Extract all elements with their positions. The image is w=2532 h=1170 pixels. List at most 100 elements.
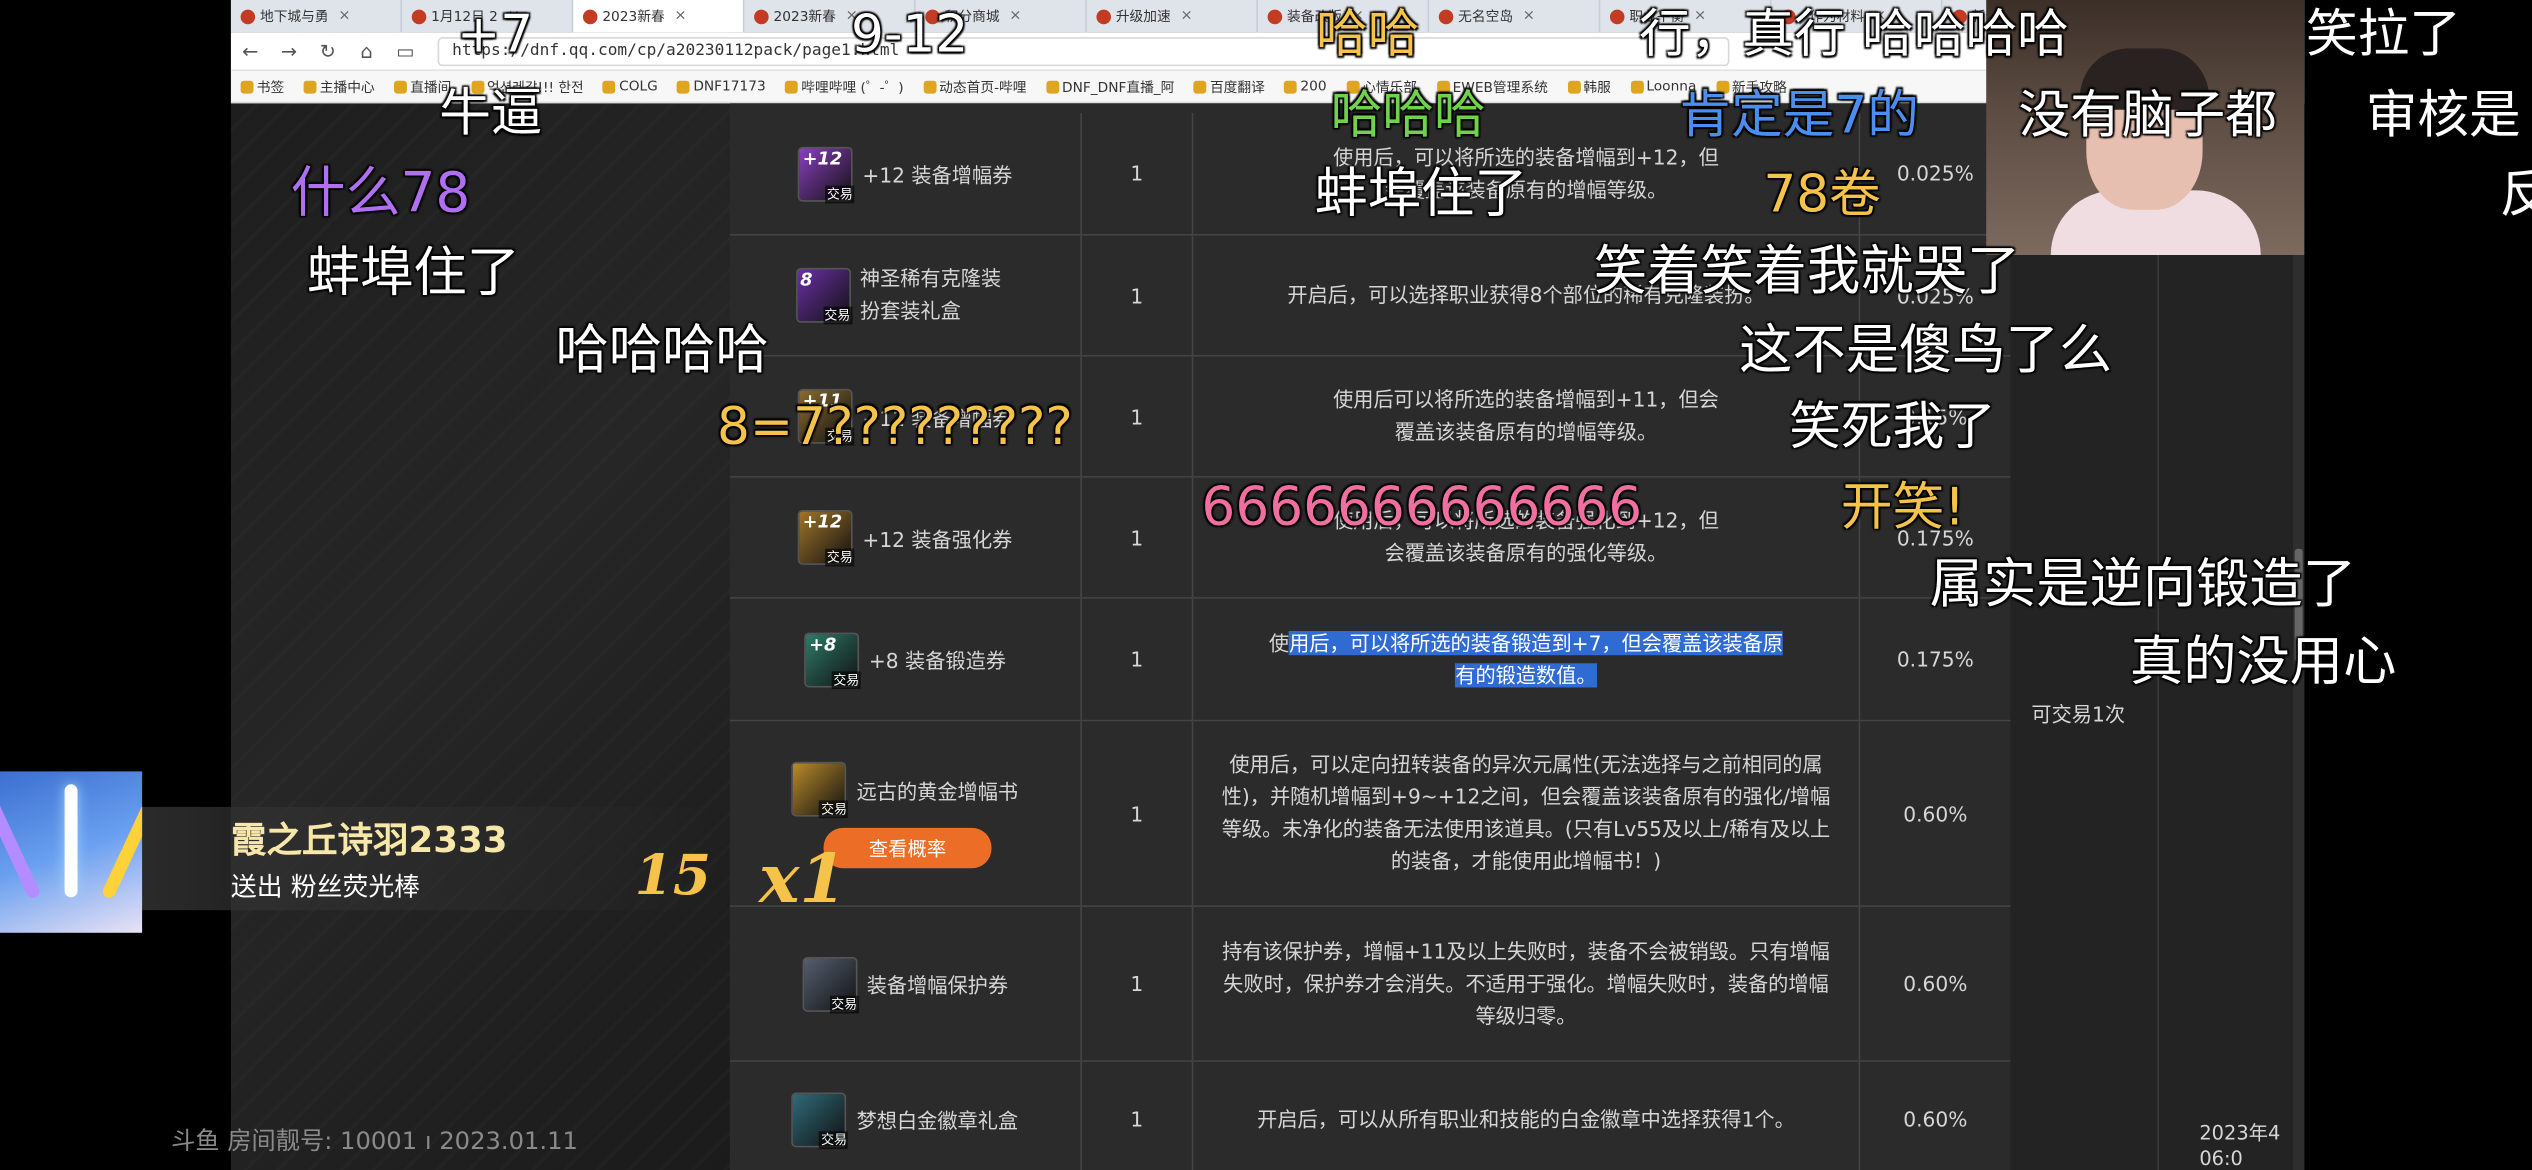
reader-icon[interactable]: ▭ xyxy=(386,40,425,63)
danmaku-comment: 属实是逆向锻造了 xyxy=(1929,551,2356,615)
gift-count: 15 xyxy=(634,844,712,909)
danmaku-comment: 哈哈哈哈 xyxy=(555,317,769,381)
bookmark-item[interactable]: 韩服 xyxy=(1558,77,1621,96)
bookmark-icon xyxy=(923,79,936,93)
item-drop-rate: 0.60% xyxy=(1903,801,1968,826)
danmaku-comment: 笑着笑着我就哭了 xyxy=(1593,238,2021,302)
forward-icon[interactable]: → xyxy=(270,40,309,63)
selected-text[interactable]: 用后，可以将所选的装备锻造到+7，但会覆盖该装备原有的锻造数值。 xyxy=(1289,630,1784,687)
home-icon[interactable]: ⌂ xyxy=(347,40,386,63)
item-drop-rate: 0.175% xyxy=(1896,647,1974,672)
glowstick-gift-icon xyxy=(0,771,143,933)
description-text: 使用后可以将所选的装备增幅到+11，但会覆盖该装备原有的增幅等级。 xyxy=(1333,387,1719,444)
item-name-cell: 交易 装备增幅保护券 xyxy=(730,906,1082,1061)
bookmark-icon xyxy=(1045,79,1059,93)
date-stamp: 2023年4 06:0 xyxy=(2199,1120,2280,1170)
item-name: +8 装备锻造券 xyxy=(868,648,1006,673)
bookmark-icon xyxy=(602,79,616,93)
danmaku-comment: 开笑! xyxy=(1840,476,1965,538)
table-row: 交易 装备增幅保护券 1 持有该保护券，增幅+11及以上失败时，装备不会被销毁。只有增… xyxy=(729,906,2011,1062)
description-text: 使用后，可以将所选的装备锻造到+7，但会覆盖该装备原有的锻造数值。 xyxy=(1264,627,1787,692)
item: 8 交易 神圣稀有克隆装扮套装礼盒 xyxy=(795,263,1015,328)
tab-label: 2023新春 xyxy=(602,9,665,26)
browser-tab[interactable]: 2023新春 × xyxy=(573,0,745,33)
tradeable-tag: 交易 xyxy=(819,1130,849,1149)
description-text: 开启后，可以从所有职业和技能的白金徽章中选择获得1个。 xyxy=(1257,1106,1795,1131)
bookmark-item[interactable]: 200 xyxy=(1275,78,1337,94)
gift-action-text: 送出 粉丝荧光棒 xyxy=(230,871,420,903)
item-icon: 交易 xyxy=(792,761,849,819)
bookmark-icon xyxy=(1193,79,1207,93)
item: 交易 梦想白金徽章礼盒 xyxy=(792,1091,1019,1149)
danmaku-comment: 肯定是7的 xyxy=(1679,83,1919,146)
tab-label: 升级加速 xyxy=(1115,9,1171,26)
danmaku-comment: 真的没用心 xyxy=(2129,629,2397,693)
address-bar[interactable]: https://dnf.qq.com/cp/a20230112pack/page… xyxy=(437,36,1730,66)
tab-favicon-icon xyxy=(1096,8,1111,24)
danmaku-comment: 反 xyxy=(2500,168,2532,220)
item-quantity: 1 xyxy=(1082,721,1194,906)
item-name-cell: +12 交易 +12 装备强化券 xyxy=(730,477,1082,598)
bookmark-label: 百度翻译 xyxy=(1209,79,1265,97)
back-icon[interactable]: ← xyxy=(231,40,270,63)
bookmark-item[interactable]: 哔哩哔哩 (゜-゜) xyxy=(775,77,913,96)
bookmark-item[interactable]: 百度翻译 xyxy=(1184,77,1274,96)
item-description: 使用后，可以将所选的装备锻造到+7，但会覆盖该装备原有的锻造数值。 xyxy=(1193,598,1861,720)
tradeable-tag: 交易 xyxy=(819,800,849,819)
tradeable-tag: 交易 xyxy=(825,184,855,203)
item-quantity: 1 xyxy=(1082,477,1194,598)
close-icon[interactable]: × xyxy=(1523,8,1535,24)
bookmark-item[interactable]: 主播中心 xyxy=(294,77,384,96)
bookmark-item[interactable]: 动态首页-哔哩 xyxy=(913,77,1036,96)
tab-favicon-icon xyxy=(1609,8,1625,24)
item-level-label: +12 xyxy=(802,147,843,169)
gift-sender-name: 霞之丘诗羽2333 xyxy=(230,821,508,862)
item: +12 交易 +12 装备增幅券 xyxy=(797,146,1012,203)
danmaku-comment: 审核是 xyxy=(2365,83,2521,146)
item-drop-rate: 0.60% xyxy=(1903,1107,1968,1132)
item: 交易 远古的黄金增幅书 xyxy=(792,761,1019,819)
danmaku-comment: 蚌埠住了 xyxy=(1314,161,1528,225)
danmaku-comment: 6666666666666 xyxy=(1201,474,1643,538)
item-level-label: +12 xyxy=(802,511,843,533)
item-name-cell: +12 交易 +12 装备增幅券 xyxy=(730,112,1082,235)
close-icon[interactable]: × xyxy=(1009,8,1021,24)
browser-tab[interactable]: 地下城与勇 × xyxy=(231,0,403,33)
danmaku-comment: 什么78 xyxy=(290,161,471,226)
gift-multiplier: x1 xyxy=(758,839,847,919)
item-quantity: 1 xyxy=(1082,598,1194,720)
bookmark-item[interactable]: DNF_DNF直播_阿 xyxy=(1036,77,1184,96)
view-probability-button[interactable]: 查看概率 xyxy=(823,827,992,869)
tab-label: 无名空岛 xyxy=(1458,9,1514,26)
close-icon[interactable]: × xyxy=(338,8,350,24)
bookmark-item[interactable]: DNF17173 xyxy=(667,78,775,94)
close-icon[interactable]: × xyxy=(1180,8,1192,24)
bookmark-label: 200 xyxy=(1300,78,1327,95)
table-row: +8 交易 +8 装备锻造券 1 使用后，可以将所选的装备锻造到+7，但会覆盖该装备原有… xyxy=(729,598,2011,722)
browser-tab[interactable]: 升级加速 × xyxy=(1087,0,1258,33)
item-name: 装备增幅保护券 xyxy=(866,973,1009,998)
item-icon: +8 交易 xyxy=(804,631,861,689)
danmaku-comment: 哈哈哈 xyxy=(1330,83,1486,146)
danmaku-comment: 8=7????????? xyxy=(716,395,1073,457)
table-row: 交易 远古的黄金增幅书 1 使用后，可以定向扭转装备的异次元属性(无法选择与之前相同的… xyxy=(729,721,2011,907)
bookmark-icon xyxy=(785,79,799,93)
tab-favicon-icon xyxy=(754,8,769,24)
reload-icon[interactable]: ↻ xyxy=(308,40,347,63)
bookmark-item[interactable]: 书签 xyxy=(231,77,294,96)
bookmark-label: 韩服 xyxy=(1583,79,1611,97)
item-name: 梦想白金徽章礼盒 xyxy=(856,1108,1019,1133)
bookmark-label: 动态首页-哔哩 xyxy=(939,79,1027,97)
danmaku-comment: 牛逼 xyxy=(439,82,543,144)
browser-tab[interactable]: 无名空岛 × xyxy=(1429,0,1601,33)
item-quantity: 1 xyxy=(1082,235,1194,356)
item-name: 远古的黄金增幅书 xyxy=(856,778,1019,803)
bookmark-label: DNF17173 xyxy=(693,78,766,95)
item-level-label: +8 xyxy=(809,633,837,655)
description-prefix: 使 xyxy=(1268,630,1290,655)
bookmark-icon xyxy=(1630,79,1644,93)
danmaku-comment: 哈哈 xyxy=(1316,3,1420,65)
close-icon[interactable]: × xyxy=(674,8,686,24)
bookmark-item[interactable]: COLG xyxy=(593,78,667,94)
item-level-label: 8 xyxy=(800,269,813,291)
